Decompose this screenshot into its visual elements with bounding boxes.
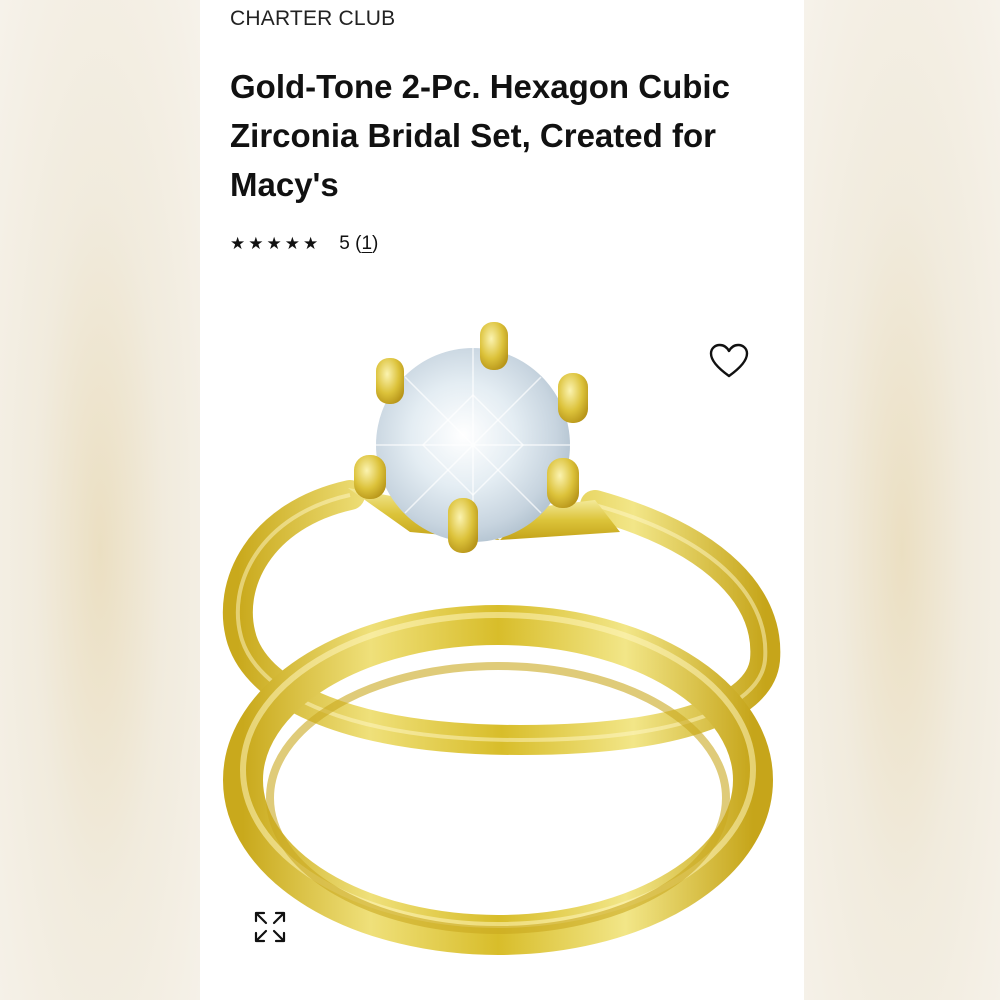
wedding-band	[223, 605, 773, 955]
blurred-background-right	[804, 0, 1000, 1000]
rating-score: 5	[339, 233, 350, 254]
star-icon: ★	[303, 234, 319, 253]
brand-link[interactable]: CHARTER CLUB	[230, 7, 395, 31]
review-count-link[interactable]: 1	[361, 233, 372, 254]
product-image	[222, 322, 781, 955]
heart-outline-icon	[709, 343, 749, 378]
star-icon: ★	[266, 234, 282, 253]
expand-image-button[interactable]	[248, 905, 292, 949]
close-paren: )	[372, 233, 379, 254]
star-icon: ★	[230, 234, 246, 253]
rating-row: ★ ★ ★ ★ ★ 5 (1)	[230, 232, 378, 256]
blurred-background-left	[0, 0, 200, 1000]
star-icon: ★	[248, 234, 264, 253]
rating-text: 5 (1)	[339, 233, 378, 255]
product-title: Gold-Tone 2-Pc. Hexagon Cubic Zirconia B…	[230, 68, 730, 203]
expand-arrows-icon	[254, 911, 286, 943]
product-panel: CHARTER CLUB Gold-Tone 2-Pc. Hexagon Cub…	[200, 0, 804, 1000]
star-icon: ★	[284, 234, 300, 253]
wishlist-button[interactable]	[707, 340, 751, 382]
star-rating: ★ ★ ★ ★ ★	[230, 232, 321, 256]
